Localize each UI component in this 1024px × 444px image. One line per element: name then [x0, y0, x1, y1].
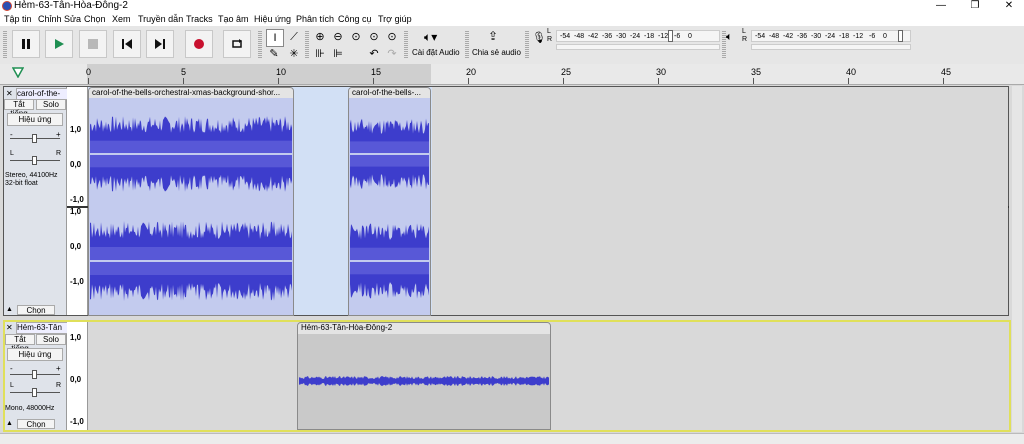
amplitude-scale-label: 1,0	[70, 333, 82, 342]
amplitude-scale-label: 1,0	[70, 207, 82, 216]
amplitude-scale-label: 0,0	[70, 242, 82, 251]
horizontal-scrollbar[interactable]	[0, 433, 1024, 444]
amplitude-scale-label: -1,0	[70, 277, 84, 286]
amplitude-scale-label: -1,0	[70, 195, 84, 204]
track-2-waveform	[299, 376, 549, 386]
amplitude-scale-label: -1,0	[70, 417, 84, 426]
amplitude-scale-label: 0,0	[70, 160, 82, 169]
waveform-peak	[299, 376, 549, 386]
vertical-scrollbar[interactable]	[1012, 86, 1022, 432]
amplitude-scale-label: 0,0	[70, 375, 82, 384]
amplitude-scale-label: 1,0	[70, 125, 82, 134]
